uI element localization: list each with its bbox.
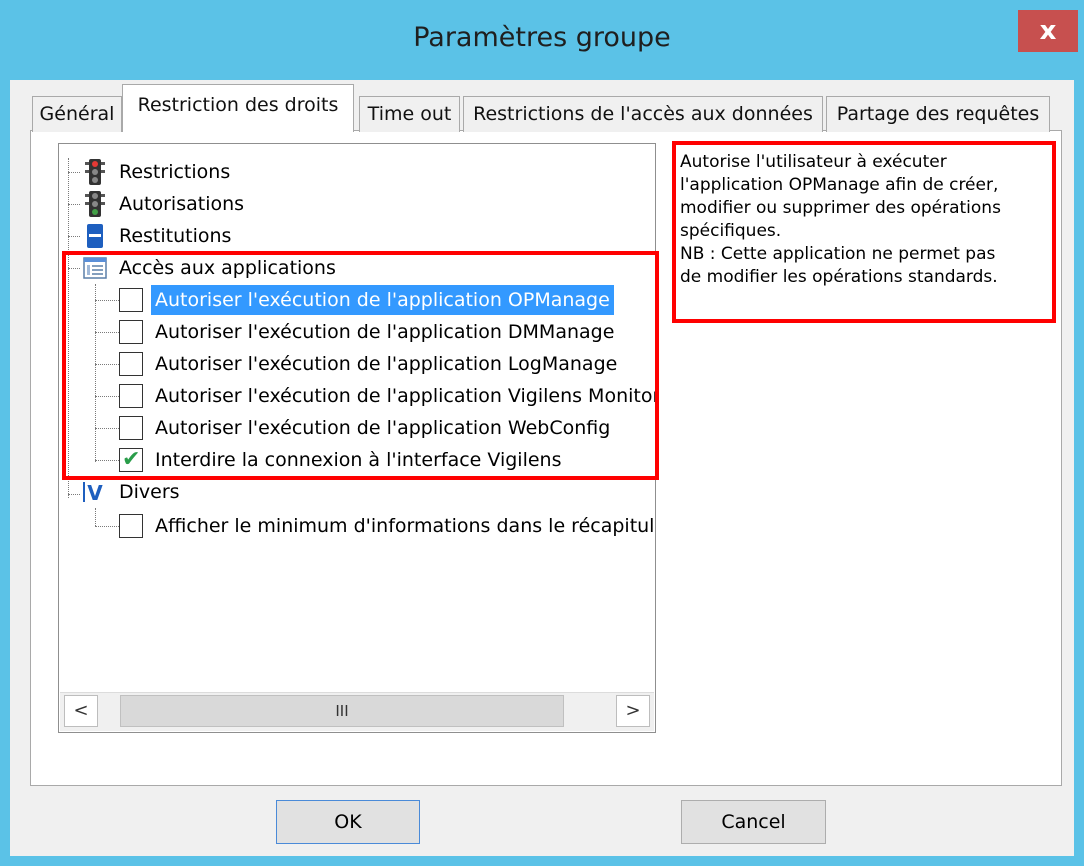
horizontal-scrollbar[interactable]: < III > (60, 692, 654, 731)
ok-button[interactable]: OK (276, 800, 420, 844)
dialog-window: Paramètres groupe x Général Restriction … (0, 0, 1084, 866)
description-line: de modifier les opérations standards. (680, 267, 998, 287)
scroll-thumb[interactable]: III (120, 695, 564, 727)
traffic-light-red-icon (85, 159, 105, 185)
checkbox[interactable] (119, 320, 143, 344)
app-item-label: Autoriser l'exécution de l'application V… (155, 385, 656, 407)
tree-line (95, 526, 119, 527)
description-line: NB : Cette application ne permet pas (680, 244, 996, 264)
app-item-vigilens-monitor[interactable]: Autoriser l'exécution de l'application V… (119, 381, 655, 411)
tree-line (68, 172, 80, 173)
cancel-button[interactable]: Cancel (681, 800, 826, 844)
description-line: modifier ou supprimer des opérations (680, 198, 1001, 218)
tab-partage-des-requetes[interactable]: Partage des requêtes (826, 96, 1050, 132)
tree-node-label: Divers (119, 481, 180, 503)
device-blue-icon (87, 224, 103, 248)
checkbox[interactable] (119, 416, 143, 440)
window-list-icon (83, 257, 107, 279)
tab-restriction-des-droits[interactable]: Restriction des droits (122, 84, 354, 132)
checkbox[interactable] (119, 352, 143, 376)
svg-text:V: V (87, 481, 103, 505)
tab-strip: Général Restriction des droits Time out … (20, 84, 1070, 132)
tree-line (95, 460, 119, 461)
app-item-interdire-connexion[interactable]: ✔ Interdire la connexion à l'interface V… (119, 445, 649, 475)
misc-item-label: Afficher le minimum d'informations dans … (155, 515, 656, 537)
tree-line (68, 158, 69, 498)
app-item-label: Autoriser l'exécution de l'application W… (155, 417, 611, 439)
tree-line (95, 332, 119, 333)
tree-line (95, 396, 119, 397)
checkbox[interactable] (119, 384, 143, 408)
traffic-light-green-icon (85, 191, 105, 217)
checkmark-icon: ✔ (122, 447, 141, 472)
tree-line (68, 268, 80, 269)
tab-time-out[interactable]: Time out (359, 96, 460, 132)
tree-line (95, 284, 96, 462)
tab-restrictions-acces-donnees[interactable]: Restrictions de l'accès aux données (463, 96, 823, 132)
checkbox[interactable] (119, 288, 143, 312)
description-panel: Autorise l'utilisateur à exécuter l'appl… (672, 141, 1056, 323)
tree-node-label: Autorisations (119, 193, 245, 215)
app-item-webconfig[interactable]: Autoriser l'exécution de l'application W… (119, 413, 649, 443)
description-line: Autorise l'utilisateur à exécuter (680, 152, 947, 172)
tree-line (68, 494, 80, 495)
tab-general[interactable]: Général (32, 96, 122, 132)
scroll-left-button[interactable]: < (64, 695, 98, 727)
title-bar[interactable]: Paramètres groupe x (0, 0, 1084, 80)
app-item-dmmanage[interactable]: Autoriser l'exécution de l'application D… (119, 317, 649, 347)
window-title: Paramètres groupe (413, 22, 671, 53)
app-item-logmanage[interactable]: Autoriser l'exécution de l'application L… (119, 349, 649, 379)
tree-line (95, 300, 119, 301)
app-item-label: Autoriser l'exécution de l'application O… (151, 285, 614, 315)
tree-node-label: Restitutions (119, 225, 232, 247)
tree-line (68, 204, 80, 205)
tree-line (95, 428, 119, 429)
tree-node-label: Accès aux applications (119, 257, 336, 279)
app-item-label: Autoriser l'exécution de l'application D… (155, 321, 615, 343)
tree-line (95, 364, 119, 365)
checkbox[interactable] (119, 514, 143, 538)
description-line: spécifiques. (680, 221, 782, 241)
tree-line (95, 508, 96, 526)
v-logo-icon: V (83, 481, 103, 505)
tree-line (68, 236, 80, 237)
app-item-label: Interdire la connexion à l'interface Vig… (155, 449, 562, 471)
app-item-opmanage[interactable]: Autoriser l'exécution de l'application O… (119, 285, 649, 315)
app-item-label: Autoriser l'exécution de l'application L… (155, 353, 618, 375)
rights-tree[interactable]: Restrictions Autorisations Restitutions (58, 143, 656, 733)
scroll-right-button[interactable]: > (616, 695, 650, 727)
description-line: l'application OPManage afin de créer, (680, 175, 999, 195)
close-button[interactable]: x (1018, 10, 1078, 52)
tree-node-label: Restrictions (119, 161, 231, 183)
checkbox-checked[interactable]: ✔ (119, 447, 143, 472)
misc-item-afficher-minimum[interactable]: Afficher le minimum d'informations dans … (119, 511, 656, 541)
